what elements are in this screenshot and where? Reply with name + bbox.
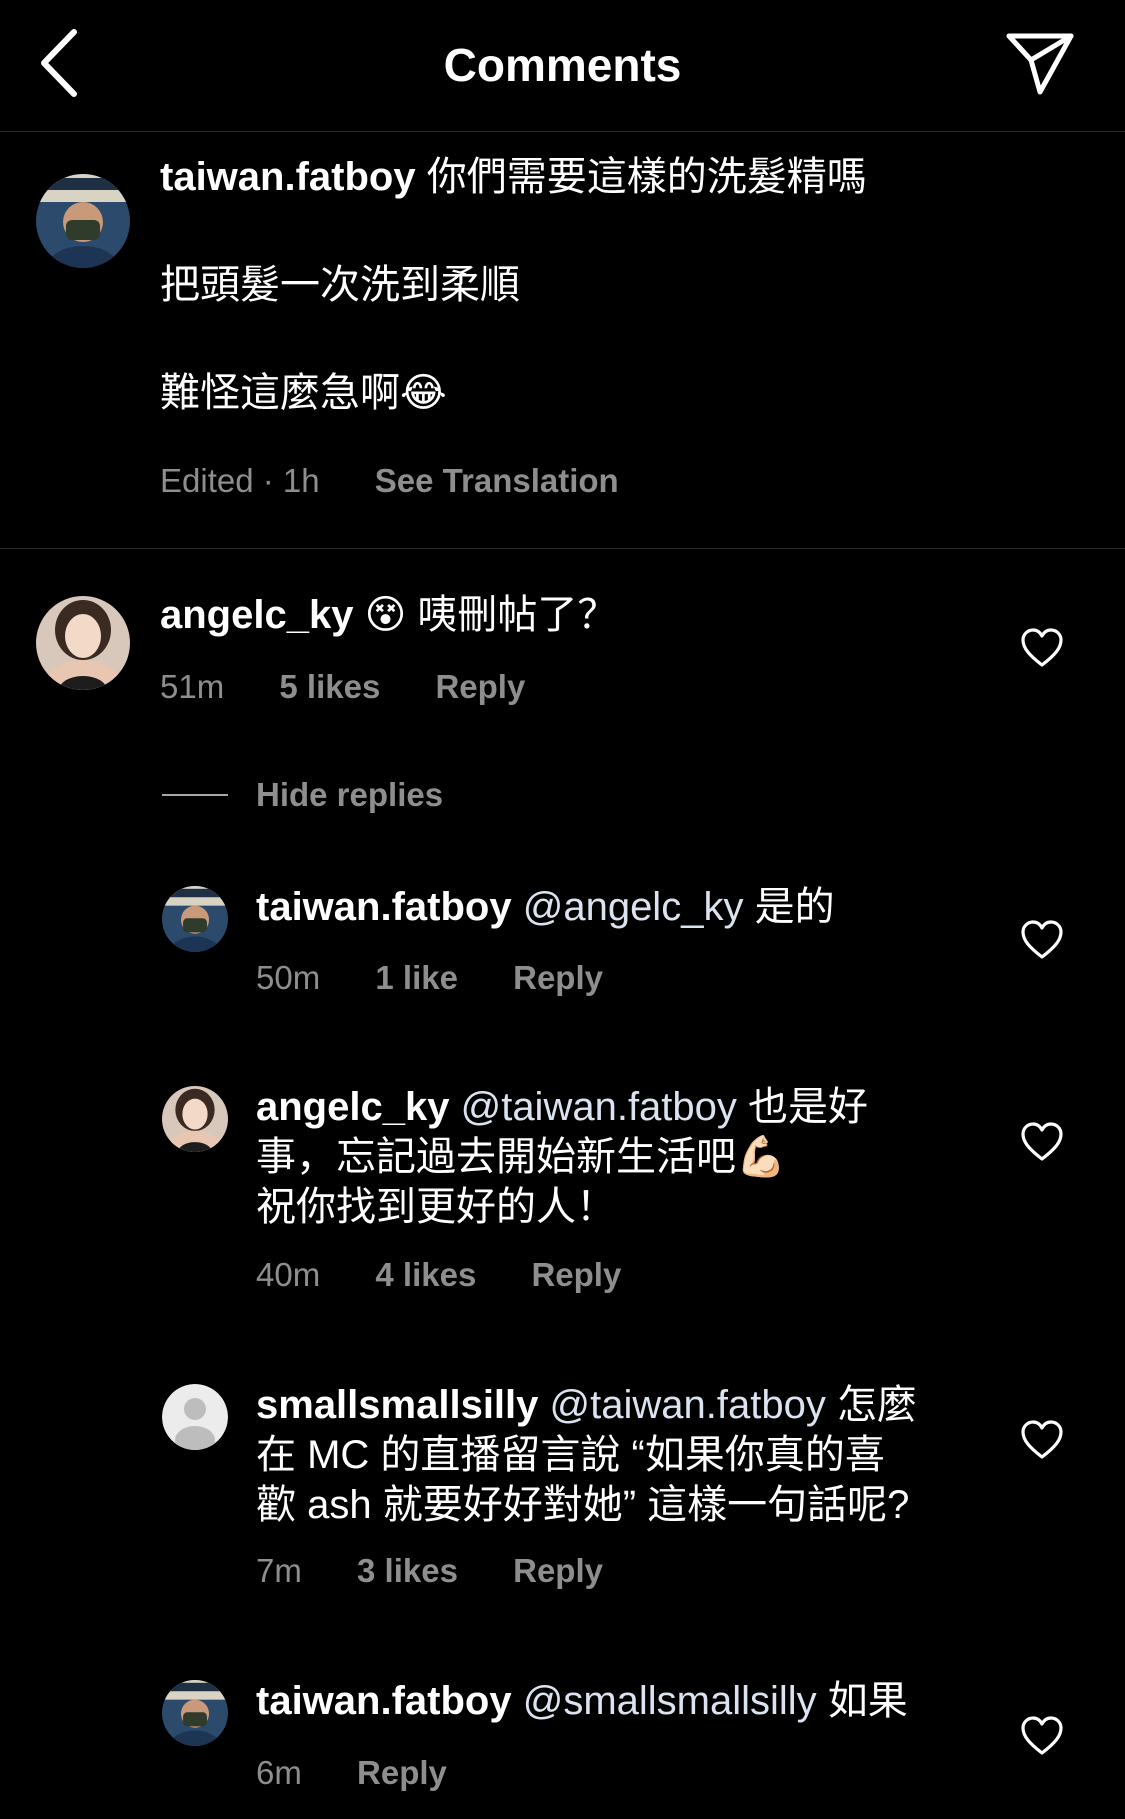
reply-text: taiwan.fatboy @angelc_ky 是的 (256, 882, 976, 932)
caption-username[interactable]: taiwan.fatboy (160, 155, 416, 199)
reply-button[interactable]: Reply (357, 1754, 447, 1791)
likes-count[interactable]: 3 likes (357, 1552, 458, 1589)
share-button[interactable] (1004, 30, 1076, 98)
caption-text: taiwan.fatboy 你們需要這樣的洗髮精嗎 把頭髮一次洗到柔順 難怪這麼… (160, 152, 1060, 418)
comment-text: angelc_ky 😵 咦刪帖了？ (160, 590, 990, 640)
avatar[interactable] (162, 1680, 228, 1746)
avatar[interactable] (162, 1384, 228, 1450)
reply-meta: 40m 4 likes Reply (256, 1256, 667, 1294)
reply-username[interactable]: taiwan.fatboy (256, 885, 512, 929)
reply-text: smallsmallsilly @taiwan.fatboy 怎麼 在 MC 的… (256, 1380, 976, 1530)
heart-outline-icon[interactable] (1020, 1716, 1064, 1756)
reply-meta: 50m 1 like Reply (256, 959, 649, 997)
mention-link[interactable]: @angelc_ky (523, 885, 744, 929)
avatar[interactable] (162, 886, 228, 952)
caption-line-2: 把頭髮一次洗到柔順 (160, 263, 520, 307)
comment-time: 51m (160, 668, 225, 705)
divider (162, 794, 228, 796)
caption-line-3: 難怪這麼急啊😂 (160, 371, 447, 415)
reply-time: 40m (256, 1256, 321, 1293)
reply-body: 也是好 (736, 1085, 869, 1129)
header-bar: Comments (0, 0, 1125, 132)
reply-body-line-2: 在 MC 的直播留言說 “如果你真的喜 (256, 1433, 885, 1477)
reply-username[interactable]: smallsmallsilly (256, 1383, 538, 1427)
likes-count[interactable]: 5 likes (279, 668, 380, 705)
hide-replies-label: Hide replies (256, 776, 444, 813)
avatar[interactable] (36, 596, 130, 690)
see-translation-link[interactable]: See Translation (375, 462, 619, 499)
mention-link[interactable]: @taiwan.fatboy (550, 1383, 826, 1427)
heart-outline-icon[interactable] (1020, 1122, 1064, 1162)
page-title: Comments (443, 39, 682, 91)
avatar[interactable] (36, 174, 130, 268)
reply-body: 怎麼 (825, 1383, 917, 1427)
reply-username[interactable]: angelc_ky (256, 1085, 449, 1129)
caption-time: Edited · 1h (160, 462, 320, 499)
avatar[interactable] (162, 1086, 228, 1152)
paper-plane-icon (1006, 33, 1074, 95)
caption-line-1: 你們需要這樣的洗髮精嗎 (426, 155, 867, 199)
reply-time: 6m (256, 1754, 302, 1791)
comment-body: 😵 咦刪帖了？ (364, 593, 618, 637)
reply-time: 7m (256, 1552, 302, 1589)
reply-button[interactable]: Reply (513, 1552, 603, 1589)
default-user-icon (162, 1384, 228, 1450)
reply-button[interactable]: Reply (531, 1256, 621, 1293)
heart-outline-icon[interactable] (1020, 920, 1064, 960)
reply-body-line-3: 歡 ash 就要好好對她” 這樣一句話呢? (256, 1483, 910, 1527)
comment-username[interactable]: angelc_ky (160, 593, 353, 637)
reply-meta: 7m 3 likes Reply (256, 1552, 649, 1590)
reply-body: 是的 (743, 885, 835, 929)
reply-body-line-2: 事，忘記過去開始新生活吧💪🏻 (256, 1135, 786, 1179)
likes-count[interactable]: 1 like (375, 959, 458, 996)
caption-meta: Edited · 1h See Translation (160, 462, 665, 500)
mention-link[interactable]: @smallsmallsilly (523, 1679, 817, 1723)
reply-meta: 6m Reply (256, 1754, 493, 1792)
reply-time: 50m (256, 959, 321, 996)
reply-button[interactable]: Reply (435, 668, 525, 705)
heart-outline-icon[interactable] (1020, 1420, 1064, 1460)
reply-text: taiwan.fatboy @smallsmallsilly 如果 (256, 1676, 976, 1726)
reply-username[interactable]: taiwan.fatboy (256, 1679, 512, 1723)
post-caption: taiwan.fatboy 你們需要這樣的洗髮精嗎 把頭髮一次洗到柔順 難怪這麼… (0, 132, 1125, 549)
reply-body: 如果 (816, 1679, 908, 1723)
mention-link[interactable]: @taiwan.fatboy (461, 1085, 737, 1129)
reply-body-line-3: 祝你找到更好的人！ (256, 1185, 616, 1229)
reply-button[interactable]: Reply (513, 959, 603, 996)
likes-count[interactable]: 4 likes (375, 1256, 476, 1293)
comment-meta: 51m 5 likes Reply (160, 668, 571, 706)
heart-outline-icon[interactable] (1020, 628, 1064, 668)
reply-text: angelc_ky @taiwan.fatboy 也是好 事，忘記過去開始新生活… (256, 1082, 976, 1232)
